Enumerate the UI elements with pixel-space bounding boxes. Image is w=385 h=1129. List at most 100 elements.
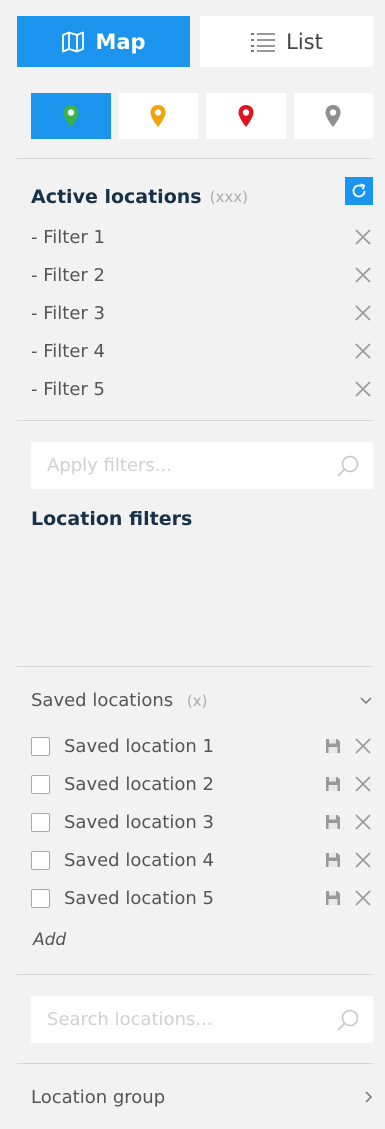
gray-pin-icon (325, 105, 341, 127)
orange-pin-icon (150, 105, 166, 127)
saved-location-row: Saved location 1 (31, 727, 373, 765)
chevron-down-icon[interactable] (359, 695, 373, 705)
save-button[interactable] (323, 774, 343, 794)
save-button[interactable] (323, 736, 343, 756)
saved-location-checkbox[interactable] (31, 812, 50, 832)
saved-location-checkbox[interactable] (31, 888, 50, 908)
divider (17, 420, 373, 421)
saved-location-row: Saved location 4 (31, 841, 373, 879)
list-icon (250, 31, 276, 53)
map-view-button[interactable]: Map (17, 16, 190, 67)
delete-saved-location-button[interactable] (353, 774, 373, 794)
green-pin-icon (63, 105, 79, 127)
remove-filter-button[interactable] (353, 379, 373, 399)
floppy-disk-icon (326, 815, 340, 829)
saved-location-row: Saved location 2 (31, 765, 373, 803)
filter-label: - Filter 3 (31, 302, 105, 324)
filter-item: - Filter 5 (31, 370, 373, 408)
row-actions (323, 850, 373, 870)
orange-pin-button[interactable] (118, 93, 198, 139)
row-actions (323, 736, 373, 756)
delete-saved-location-button[interactable] (353, 736, 373, 756)
remove-filter-button[interactable] (353, 341, 373, 361)
green-pin-button[interactable] (31, 93, 111, 139)
row-actions (323, 888, 373, 908)
save-button[interactable] (323, 812, 343, 832)
close-icon (355, 738, 371, 754)
close-icon (355, 381, 371, 397)
saved-location-label: Saved location 2 (64, 773, 214, 795)
refresh-button[interactable] (345, 177, 373, 205)
saved-location-checkbox[interactable] (31, 736, 50, 756)
map-icon (61, 31, 85, 53)
saved-location-row: Saved location 3 (31, 803, 373, 841)
divider (17, 666, 373, 667)
saved-locations-title-group: Saved locations (x) (31, 690, 207, 711)
saved-location-label: Saved location 1 (64, 735, 214, 757)
close-icon (355, 343, 371, 359)
search-icon[interactable] (335, 1007, 361, 1033)
saved-locations-list: Saved location 1 Saved location 2 Saved … (31, 727, 373, 917)
divider (17, 974, 373, 975)
save-button[interactable] (323, 850, 343, 870)
list-view-label: List (286, 29, 323, 54)
pin-color-filter (31, 93, 373, 139)
remove-filter-button[interactable] (353, 303, 373, 323)
close-icon (355, 305, 371, 321)
active-locations-title: Active locations (31, 186, 202, 208)
floppy-disk-icon (326, 739, 340, 753)
saved-location-label: Saved location 5 (64, 887, 214, 909)
divider (17, 1063, 373, 1064)
map-view-label: Map (95, 29, 146, 54)
location-group-row[interactable]: Location group (31, 1083, 373, 1111)
red-pin-icon (238, 105, 254, 127)
floppy-disk-icon (326, 891, 340, 905)
save-button[interactable] (323, 888, 343, 908)
close-icon (355, 267, 371, 283)
red-pin-button[interactable] (206, 93, 286, 139)
divider (17, 158, 373, 159)
active-filter-list: - Filter 1 - Filter 2 - Filter 3 - Filte… (31, 218, 373, 408)
remove-filter-button[interactable] (353, 265, 373, 285)
saved-location-label: Saved location 3 (64, 811, 214, 833)
filter-label: - Filter 2 (31, 264, 105, 286)
saved-location-checkbox[interactable] (31, 850, 50, 870)
location-group-label: Location group (31, 1086, 166, 1108)
active-locations-count: (xxx) (209, 188, 248, 206)
active-locations-header: Active locations (xxx) (31, 177, 373, 210)
apply-filters-box (31, 442, 373, 489)
search-locations-box (31, 996, 373, 1043)
search-locations-input[interactable] (45, 1008, 335, 1031)
filter-item: - Filter 4 (31, 332, 373, 370)
row-actions (323, 812, 373, 832)
view-toggle: Map List (17, 16, 373, 67)
search-icon[interactable] (335, 453, 361, 479)
chevron-right-icon (365, 1091, 373, 1103)
close-icon (355, 229, 371, 245)
close-icon (355, 852, 371, 868)
close-icon (355, 814, 371, 830)
filter-item: - Filter 1 (31, 218, 373, 256)
saved-locations-header[interactable]: Saved locations (x) (31, 686, 373, 714)
apply-filters-input[interactable] (45, 454, 335, 477)
list-view-button[interactable]: List (200, 16, 373, 67)
filter-label: - Filter 1 (31, 226, 105, 248)
filter-item: - Filter 2 (31, 256, 373, 294)
close-icon (355, 776, 371, 792)
saved-location-row: Saved location 5 (31, 879, 373, 917)
delete-saved-location-button[interactable] (353, 812, 373, 832)
filter-label: - Filter 4 (31, 340, 105, 362)
location-filters-title: Location filters (31, 508, 193, 530)
remove-filter-button[interactable] (353, 227, 373, 247)
saved-location-checkbox[interactable] (31, 774, 50, 794)
floppy-disk-icon (326, 777, 340, 791)
add-saved-location-link[interactable]: Add (33, 930, 66, 950)
refresh-icon (352, 183, 366, 198)
close-icon (355, 890, 371, 906)
delete-saved-location-button[interactable] (353, 850, 373, 870)
delete-saved-location-button[interactable] (353, 888, 373, 908)
filter-label: - Filter 5 (31, 378, 105, 400)
gray-pin-button[interactable] (293, 93, 373, 139)
floppy-disk-icon (326, 853, 340, 867)
filter-item: - Filter 3 (31, 294, 373, 332)
